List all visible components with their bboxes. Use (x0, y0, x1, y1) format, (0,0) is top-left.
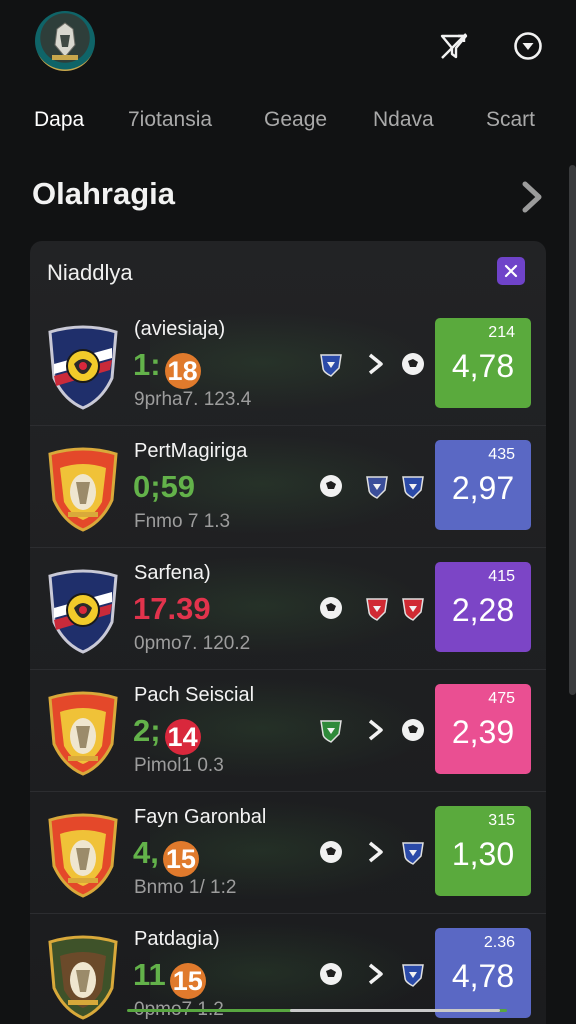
top-bar (0, 0, 576, 90)
tab-7iotansia[interactable]: 7iotansia (128, 108, 212, 132)
match-name: PertMagiriga (134, 440, 248, 462)
odds-value: 2,97 (451, 470, 515, 506)
score-text: 2; (133, 713, 161, 748)
tab-bar: Dapa 7iotansia Geage Ndava Scart (0, 108, 576, 144)
matches-card: Niaddlya (aviesiaja) 1: 18 9prha7. 123.4 214… (30, 241, 546, 1024)
odds-value: 1,30 (451, 836, 515, 872)
close-icon (504, 264, 518, 278)
score-text: 1: (133, 347, 161, 382)
ball-icon (318, 839, 344, 865)
match-meta: 9prha7. 123.4 (134, 389, 252, 410)
green-shield-icon (318, 717, 344, 743)
odds-button[interactable]: 415 2,28 (435, 562, 531, 652)
tab-dapa[interactable]: Dapa (34, 108, 84, 132)
match-score: 11 15 (133, 957, 206, 999)
team-crest-icon (46, 568, 120, 654)
chevron-right-icon[interactable] (364, 717, 390, 743)
match-score: 17.39 (133, 591, 211, 627)
score-text: 17.39 (133, 591, 211, 626)
team-crest-icon (46, 934, 120, 1020)
match-meta: Bnmo 1/ 1:2 (134, 877, 237, 898)
red-shield-icon (400, 595, 426, 621)
match-name: (aviesiaja) (134, 318, 226, 340)
scrollbar[interactable] (569, 165, 576, 695)
match-row[interactable]: PertMagiriga 0;59 Fnmo 7 1.3 435 2,97 (30, 426, 546, 548)
chevron-right-icon[interactable] (364, 351, 390, 377)
match-meta: Fnmo 7 1.3 (134, 511, 231, 532)
chevron-right-icon[interactable] (364, 961, 390, 987)
score-badge: 15 (169, 963, 206, 999)
match-meta: 0pmo7. 120.2 (134, 633, 251, 654)
club-crest-logo[interactable] (35, 11, 95, 71)
match-score: 2; 14 (133, 713, 201, 755)
filter-off-icon[interactable] (438, 30, 470, 62)
match-row[interactable]: Pach Seiscial 2; 14 Pimol1 0.3 475 2,39 (30, 670, 546, 792)
odds-secondary: 415 (488, 568, 515, 585)
odds-value: 2,39 (451, 714, 515, 750)
odds-button[interactable]: 2.36 4,78 (435, 928, 531, 1018)
odds-button[interactable]: 214 4,78 (435, 318, 531, 408)
team-crest-icon (46, 812, 120, 898)
account-icon[interactable] (512, 30, 544, 62)
blue-shield-icon (318, 351, 344, 377)
score-badge: 18 (164, 353, 201, 389)
section-title: Olahragia (32, 176, 175, 211)
card-title: Niaddlya (47, 260, 133, 285)
odds-button[interactable]: 435 2,97 (435, 440, 531, 530)
odds-secondary: 214 (488, 324, 515, 341)
ball-icon (400, 717, 426, 743)
match-score: 1: 18 (133, 347, 201, 389)
match-score: 0;59 (133, 469, 195, 505)
score-badge: 14 (164, 719, 201, 755)
match-row[interactable]: Sarfena) 17.39 0pmo7. 120.2 415 2,28 (30, 548, 546, 670)
ball-icon (400, 351, 426, 377)
match-name: Patdagia) (134, 928, 220, 950)
score-badge: 15 (162, 841, 199, 877)
odds-value: 4,78 (451, 348, 515, 384)
odds-secondary: 2.36 (483, 934, 515, 951)
odds-secondary: 315 (488, 812, 515, 829)
match-score: 4, 15 (133, 835, 199, 877)
match-meta: Pimol1 0.3 (134, 755, 224, 776)
blue-shield-icon (400, 961, 426, 987)
score-text: 4, (133, 835, 159, 870)
odds-secondary: 435 (488, 446, 515, 463)
tab-ndava[interactable]: Ndava (373, 108, 434, 132)
odds-secondary: 475 (488, 690, 515, 707)
odds-button[interactable]: 315 1,30 (435, 806, 531, 896)
flag-shield-icon (364, 473, 390, 499)
blue-shield-icon (400, 839, 426, 865)
match-name: Pach Seiscial (134, 684, 255, 706)
score-text: 11 (133, 957, 166, 992)
progress-indicator-track (290, 1009, 500, 1012)
ball-icon (318, 595, 344, 621)
odds-value: 2,28 (451, 592, 515, 628)
match-row[interactable]: Patdagia) 11 15 0pmo7 1.2 2.36 4,78 (30, 914, 546, 1024)
ball-icon (318, 961, 344, 987)
match-name: Sarfena) (134, 562, 211, 584)
team-crest-icon (46, 690, 120, 776)
tab-scart[interactable]: Scart (486, 108, 535, 132)
ball-icon (318, 473, 344, 499)
odds-button[interactable]: 475 2,39 (435, 684, 531, 774)
red-shield-icon (364, 595, 390, 621)
match-row[interactable]: Fayn Garonbal 4, 15 Bnmo 1/ 1:2 315 1,30 (30, 792, 546, 914)
score-text: 0;59 (133, 469, 196, 504)
odds-value: 4,78 (451, 958, 515, 994)
chevron-right-icon[interactable] (364, 839, 390, 865)
match-name: Fayn Garonbal (134, 806, 267, 828)
team-crest-icon (46, 324, 120, 410)
match-row[interactable]: (aviesiaja) 1: 18 9prha7. 123.4 214 4,78 (30, 304, 546, 426)
blue-shield-icon (400, 473, 426, 499)
close-button[interactable] (497, 257, 525, 285)
tab-geage[interactable]: Geage (264, 108, 327, 132)
team-crest-icon (46, 446, 120, 532)
chevron-right-icon[interactable] (518, 180, 546, 214)
